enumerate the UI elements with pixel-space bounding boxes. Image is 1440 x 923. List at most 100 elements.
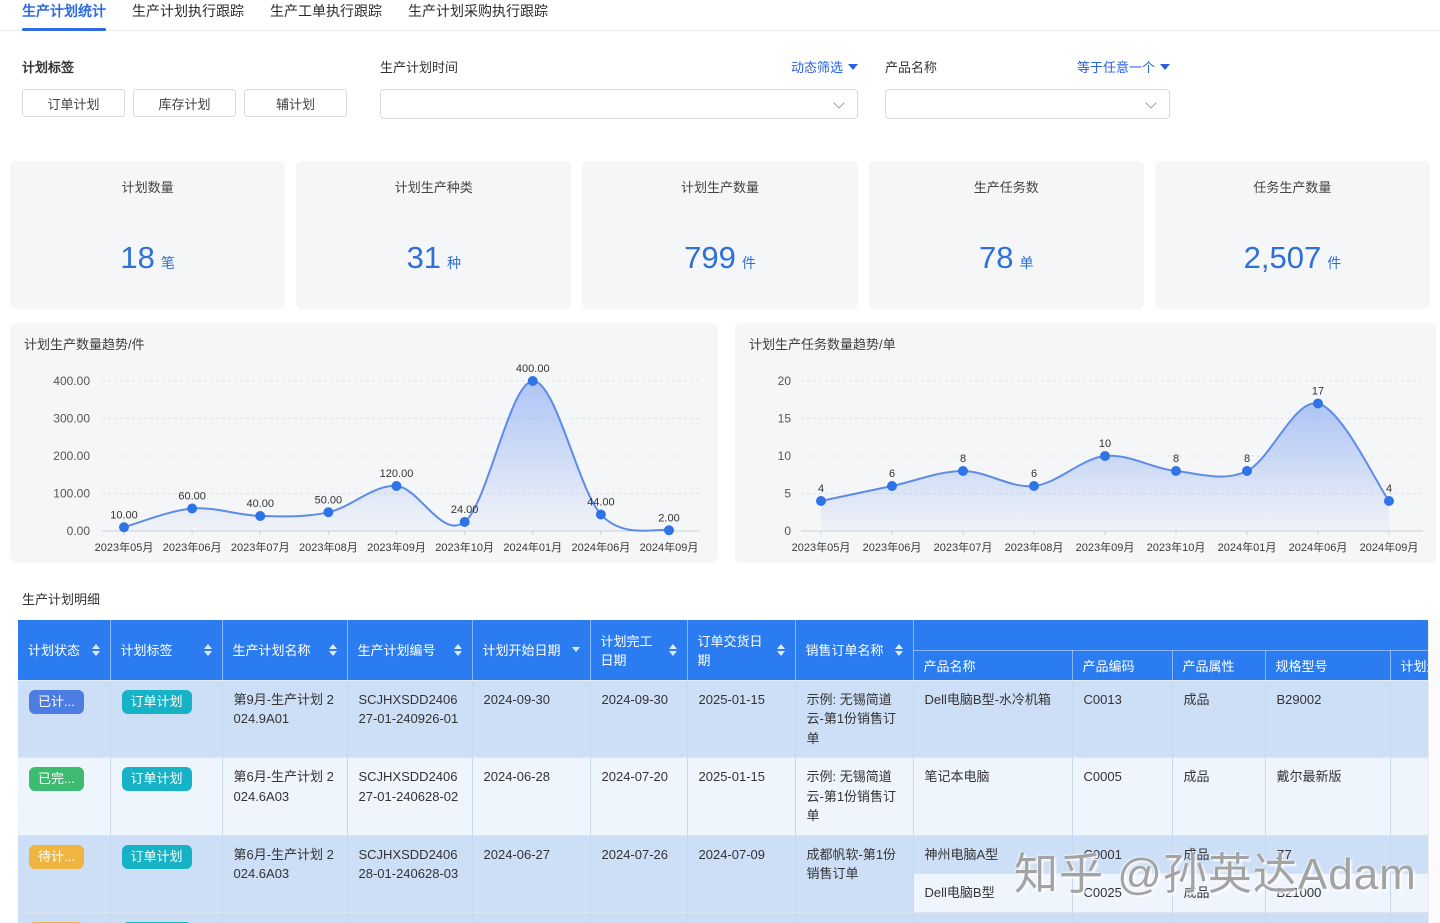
table-row[interactable]: 已计... 订单计划 第9月-生产计划 2024.9A01 SCJHXSDD24062…: [18, 680, 1428, 758]
svg-text:4: 4: [1386, 483, 1392, 495]
tab-plan-statistics[interactable]: 生产计划统计: [22, 1, 106, 31]
cell-sales-order: 成都帆软-第1份销售订单: [795, 835, 914, 913]
cell-sales-order: 示例: 无锡简道云-第1份销售订单: [795, 912, 914, 923]
svg-text:2024年06月: 2024年06月: [1289, 540, 1348, 554]
svg-text:200.00: 200.00: [53, 449, 90, 463]
svg-text:8: 8: [960, 453, 966, 465]
svg-text:2024年09月: 2024年09月: [640, 540, 699, 554]
sort-desc-icon: [571, 647, 580, 653]
tab-plan-purchase-tracking[interactable]: 生产计划采购执行跟踪: [408, 1, 548, 30]
filter-bar: 计划标签 订单计划 库存计划 辅计划 生产计划时间 动态筛选 产品名称 等于任意…: [0, 57, 1440, 145]
column-header-3[interactable]: 生产计划编号: [347, 620, 473, 681]
cell-product-name: 笔记本电脑: [913, 757, 1073, 836]
column-header-0[interactable]: 计划状态: [18, 620, 111, 681]
status-badge: 已完...: [29, 767, 84, 792]
stat-card-plan-qty: 计划生产数量 799 件: [582, 161, 858, 309]
column-header-product-2[interactable]: 产品属性: [1172, 650, 1266, 681]
column-header-1[interactable]: 计划标签: [110, 620, 223, 681]
cell-plan-prod-qty: [1390, 912, 1428, 923]
cell-product-code: C0013: [1072, 680, 1173, 758]
svg-text:400.00: 400.00: [516, 363, 550, 375]
plan-detail-title: 生产计划明细: [22, 592, 101, 607]
svg-text:0: 0: [784, 524, 791, 538]
stat-title: 任务生产数量: [1253, 180, 1332, 195]
cell-product-spec: B210001: [1265, 912, 1391, 923]
column-header-product-1[interactable]: 产品编码: [1072, 650, 1173, 681]
cell-start-date: 2024-06-26: [472, 912, 591, 923]
tab-workorder-execution-tracking[interactable]: 生产工单执行跟踪: [270, 1, 382, 30]
column-header-5[interactable]: 计划完工日期: [590, 620, 688, 681]
cell-plan-tag: 订单计划: [110, 757, 223, 836]
stat-value: 18: [120, 240, 155, 275]
column-header-product-3[interactable]: 规格型号: [1265, 650, 1391, 681]
cell-plan-status: 已完...: [18, 757, 111, 836]
svg-text:20: 20: [778, 374, 792, 388]
status-badge: 待计...: [29, 844, 84, 869]
svg-text:60.00: 60.00: [178, 491, 206, 503]
table-row[interactable]: 已完... 订单计划 第6月-生产计划 2024.6A03 SCJHXSDD24062…: [18, 757, 1428, 836]
svg-text:0.00: 0.00: [67, 524, 91, 538]
cell-plan-name: 第6月-生产计划 2024.6A03: [222, 757, 348, 836]
cell-product-spec: 戴尔最新版: [1265, 757, 1391, 836]
tag-filter-stock-plan-button[interactable]: 库存计划: [133, 89, 236, 117]
stat-value: 31: [406, 240, 442, 275]
svg-text:5: 5: [784, 487, 791, 501]
tag-badge: 订单计划: [121, 844, 192, 869]
dynamic-filter-link[interactable]: 动态筛选: [791, 57, 858, 76]
cell-delivery-date: 2025-01-15: [687, 757, 796, 836]
svg-text:2024年01月: 2024年01月: [503, 540, 562, 554]
column-header-product-4[interactable]: 计划生产数量: [1390, 650, 1428, 681]
cell-plan-name: 第6月-生产计划 2024.6A03: [222, 835, 348, 913]
table-row[interactable]: 待计... 订单计划 第6月-生产计划 2024.6A03 SCJHXSDD24062…: [18, 835, 1428, 913]
sort-icon: [91, 643, 100, 656]
stat-title: 生产任务数: [973, 180, 1039, 195]
tab-plan-execution-tracking[interactable]: 生产计划执行跟踪: [132, 1, 244, 30]
cell-start-date: 2024-09-30: [472, 680, 591, 758]
plan-qty-trend-line-chart: 0.00 100.00 200.00 300.00 400.00 2023年05月 2023…: [53, 363, 700, 554]
cell-product-code: C0001: [1072, 835, 1173, 874]
cell-plan-status: 待计...: [18, 912, 111, 923]
table-vertical-scrollbar[interactable]: [1428, 620, 1440, 923]
cell-start-date: 2024-06-28: [472, 757, 591, 836]
stat-unit: 单: [1019, 255, 1034, 271]
svg-text:2023年05月: 2023年05月: [792, 540, 851, 554]
chevron-down-icon: [833, 97, 845, 109]
cell-finish-date: 2024-07-26: [590, 835, 688, 913]
equals-any-filter-link-text: 等于任意一个: [1076, 60, 1155, 75]
tag-filter-aux-plan-button[interactable]: 辅计划: [244, 89, 347, 117]
cell-product-code: C0025: [1072, 873, 1173, 913]
table-row[interactable]: 待计...订单计划第6月-生产计划 2024.6A05SCJHXSDD24062…: [18, 912, 1428, 923]
product-name-label: 产品名称: [885, 60, 938, 75]
svg-text:15: 15: [778, 412, 792, 426]
cell-delivery-date: 2024-07-09: [687, 835, 796, 913]
stat-title: 计划数量: [121, 180, 174, 195]
svg-text:400.00: 400.00: [53, 374, 90, 388]
production-plan-dashboard: 生产计划统计 生产计划执行跟踪 生产工单执行跟踪 生产计划采购执行跟踪 计划标签…: [0, 0, 1440, 923]
svg-text:300.00: 300.00: [53, 412, 90, 426]
svg-text:120.00: 120.00: [380, 468, 414, 480]
equals-any-filter-link[interactable]: 等于任意一个: [1077, 57, 1170, 76]
column-header-6[interactable]: 订单交货日期: [687, 620, 796, 681]
svg-text:2024年09月: 2024年09月: [1360, 540, 1419, 554]
cell-plan-tag: 订单计划: [110, 912, 223, 923]
plan-time-select[interactable]: [380, 89, 858, 119]
column-header-product-0[interactable]: 产品名称: [913, 650, 1073, 681]
svg-text:8: 8: [1173, 453, 1179, 465]
cell-plan-prod-qty: [1390, 835, 1428, 874]
cell-finish-date: 2024-09-30: [590, 680, 688, 758]
column-header-2[interactable]: 生产计划名称: [222, 620, 348, 681]
stat-unit: 种: [447, 255, 462, 271]
stat-title: 计划生产数量: [681, 180, 760, 195]
svg-text:2023年05月: 2023年05月: [95, 540, 154, 554]
stat-card-plan-count: 计划数量 18 笔: [10, 161, 286, 309]
product-name-select[interactable]: [885, 89, 1170, 119]
svg-text:2023年07月: 2023年07月: [231, 540, 290, 554]
tag-filter-order-plan-button[interactable]: 订单计划: [22, 89, 125, 117]
svg-text:2024年06月: 2024年06月: [572, 540, 631, 554]
column-header-4[interactable]: 计划开始日期: [472, 620, 591, 681]
stat-card-plan-product-types: 计划生产种类 31 种: [296, 161, 572, 309]
cell-plan-prod-qty: [1390, 757, 1428, 836]
cell-product-attr: 成品: [1172, 757, 1266, 836]
column-header-7[interactable]: 销售订单名称: [795, 620, 914, 681]
svg-text:24.00: 24.00: [451, 504, 479, 516]
